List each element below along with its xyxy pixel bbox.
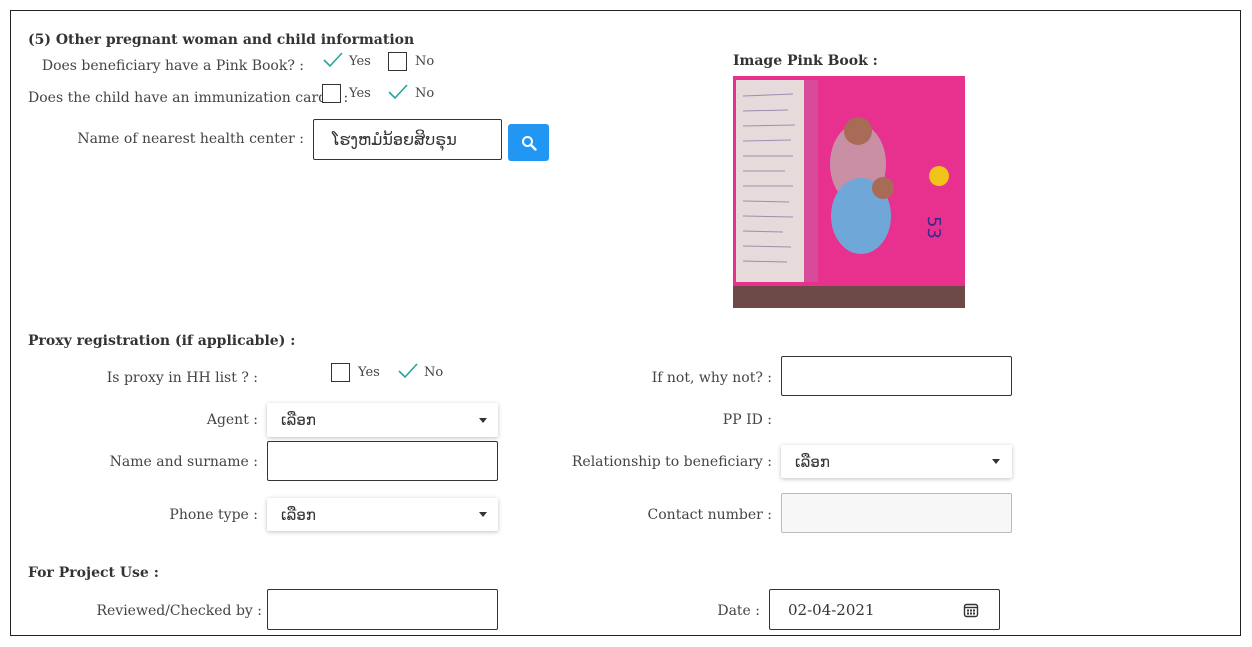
proxy-hh-yes-checkbox[interactable] — [331, 363, 350, 382]
project-title: For Project Use : — [28, 565, 159, 581]
yes-check-icon[interactable] — [323, 52, 343, 68]
section5-title: (5) Other pregnant woman and child infor… — [28, 32, 415, 48]
if-not-input[interactable] — [781, 356, 1012, 396]
proxy-hh-yes-label: Yes — [358, 365, 380, 380]
agent-select[interactable]: ເລືອກ — [267, 403, 498, 437]
reviewed-input[interactable] — [267, 589, 498, 630]
svg-text:53: 53 — [923, 216, 944, 239]
relationship-select[interactable]: ເລືອກ — [781, 445, 1012, 478]
name-surname-label: Name and surname : — [109, 454, 258, 470]
health-center-label: Name of nearest health center : — [77, 131, 304, 147]
immunization-question: Does the child have an immunization card… — [28, 90, 349, 106]
pink-book-image[interactable]: 53 — [733, 76, 965, 308]
search-button[interactable] — [508, 124, 549, 161]
proxy-hh-label: Is proxy in HH list ? : — [106, 370, 258, 386]
calendar-icon[interactable] — [963, 602, 979, 618]
proxy-hh-no-label: No — [424, 365, 444, 380]
relationship-label: Relationship to beneficiary : — [571, 454, 772, 470]
search-icon — [521, 135, 537, 151]
proxy-title: Proxy registration (if applicable) : — [28, 333, 296, 349]
immunization-yes-checkbox[interactable] — [322, 84, 341, 103]
immunization-yes-label: Yes — [349, 86, 371, 101]
immunization-no-label: No — [415, 86, 435, 101]
image-pink-book-label: Image Pink Book : — [733, 53, 878, 69]
contact-number-input[interactable] — [781, 493, 1012, 533]
phone-type-label: Phone type : — [169, 507, 258, 523]
if-not-label: If not, why not? : — [651, 370, 772, 386]
chevron-down-icon — [479, 418, 487, 423]
name-surname-input[interactable] — [267, 441, 498, 481]
health-center-value: ໂຮງຫມໍນ້ອຍສິບຣຸນ — [332, 130, 457, 149]
chevron-down-icon — [479, 512, 487, 517]
relationship-value: ເລືອກ — [795, 453, 830, 471]
pp-id-label: PP ID : — [722, 412, 772, 428]
date-label: Date : — [717, 603, 760, 619]
contact-number-label: Contact number : — [647, 507, 772, 523]
reviewed-label: Reviewed/Checked by : — [96, 603, 262, 619]
pink-book-no-checkbox[interactable] — [388, 52, 407, 71]
phone-type-select[interactable]: ເລືອກ — [267, 498, 498, 531]
agent-value: ເລືອກ — [281, 411, 316, 429]
pink-book-question: Does beneficiary have a Pink Book? : — [41, 58, 304, 74]
phone-type-value: ເລືອກ — [281, 506, 316, 524]
proxy-no-check-icon[interactable] — [398, 363, 418, 379]
date-input[interactable]: 02-04-2021 — [769, 589, 1000, 630]
no-check-icon[interactable] — [388, 84, 408, 100]
pink-book-no-label: No — [415, 54, 435, 69]
pink-book-yes-label: Yes — [349, 54, 371, 69]
health-center-input[interactable]: ໂຮງຫມໍນ້ອຍສິບຣຸນ — [313, 119, 502, 160]
chevron-down-icon — [992, 459, 1000, 464]
agent-label: Agent : — [206, 412, 258, 428]
